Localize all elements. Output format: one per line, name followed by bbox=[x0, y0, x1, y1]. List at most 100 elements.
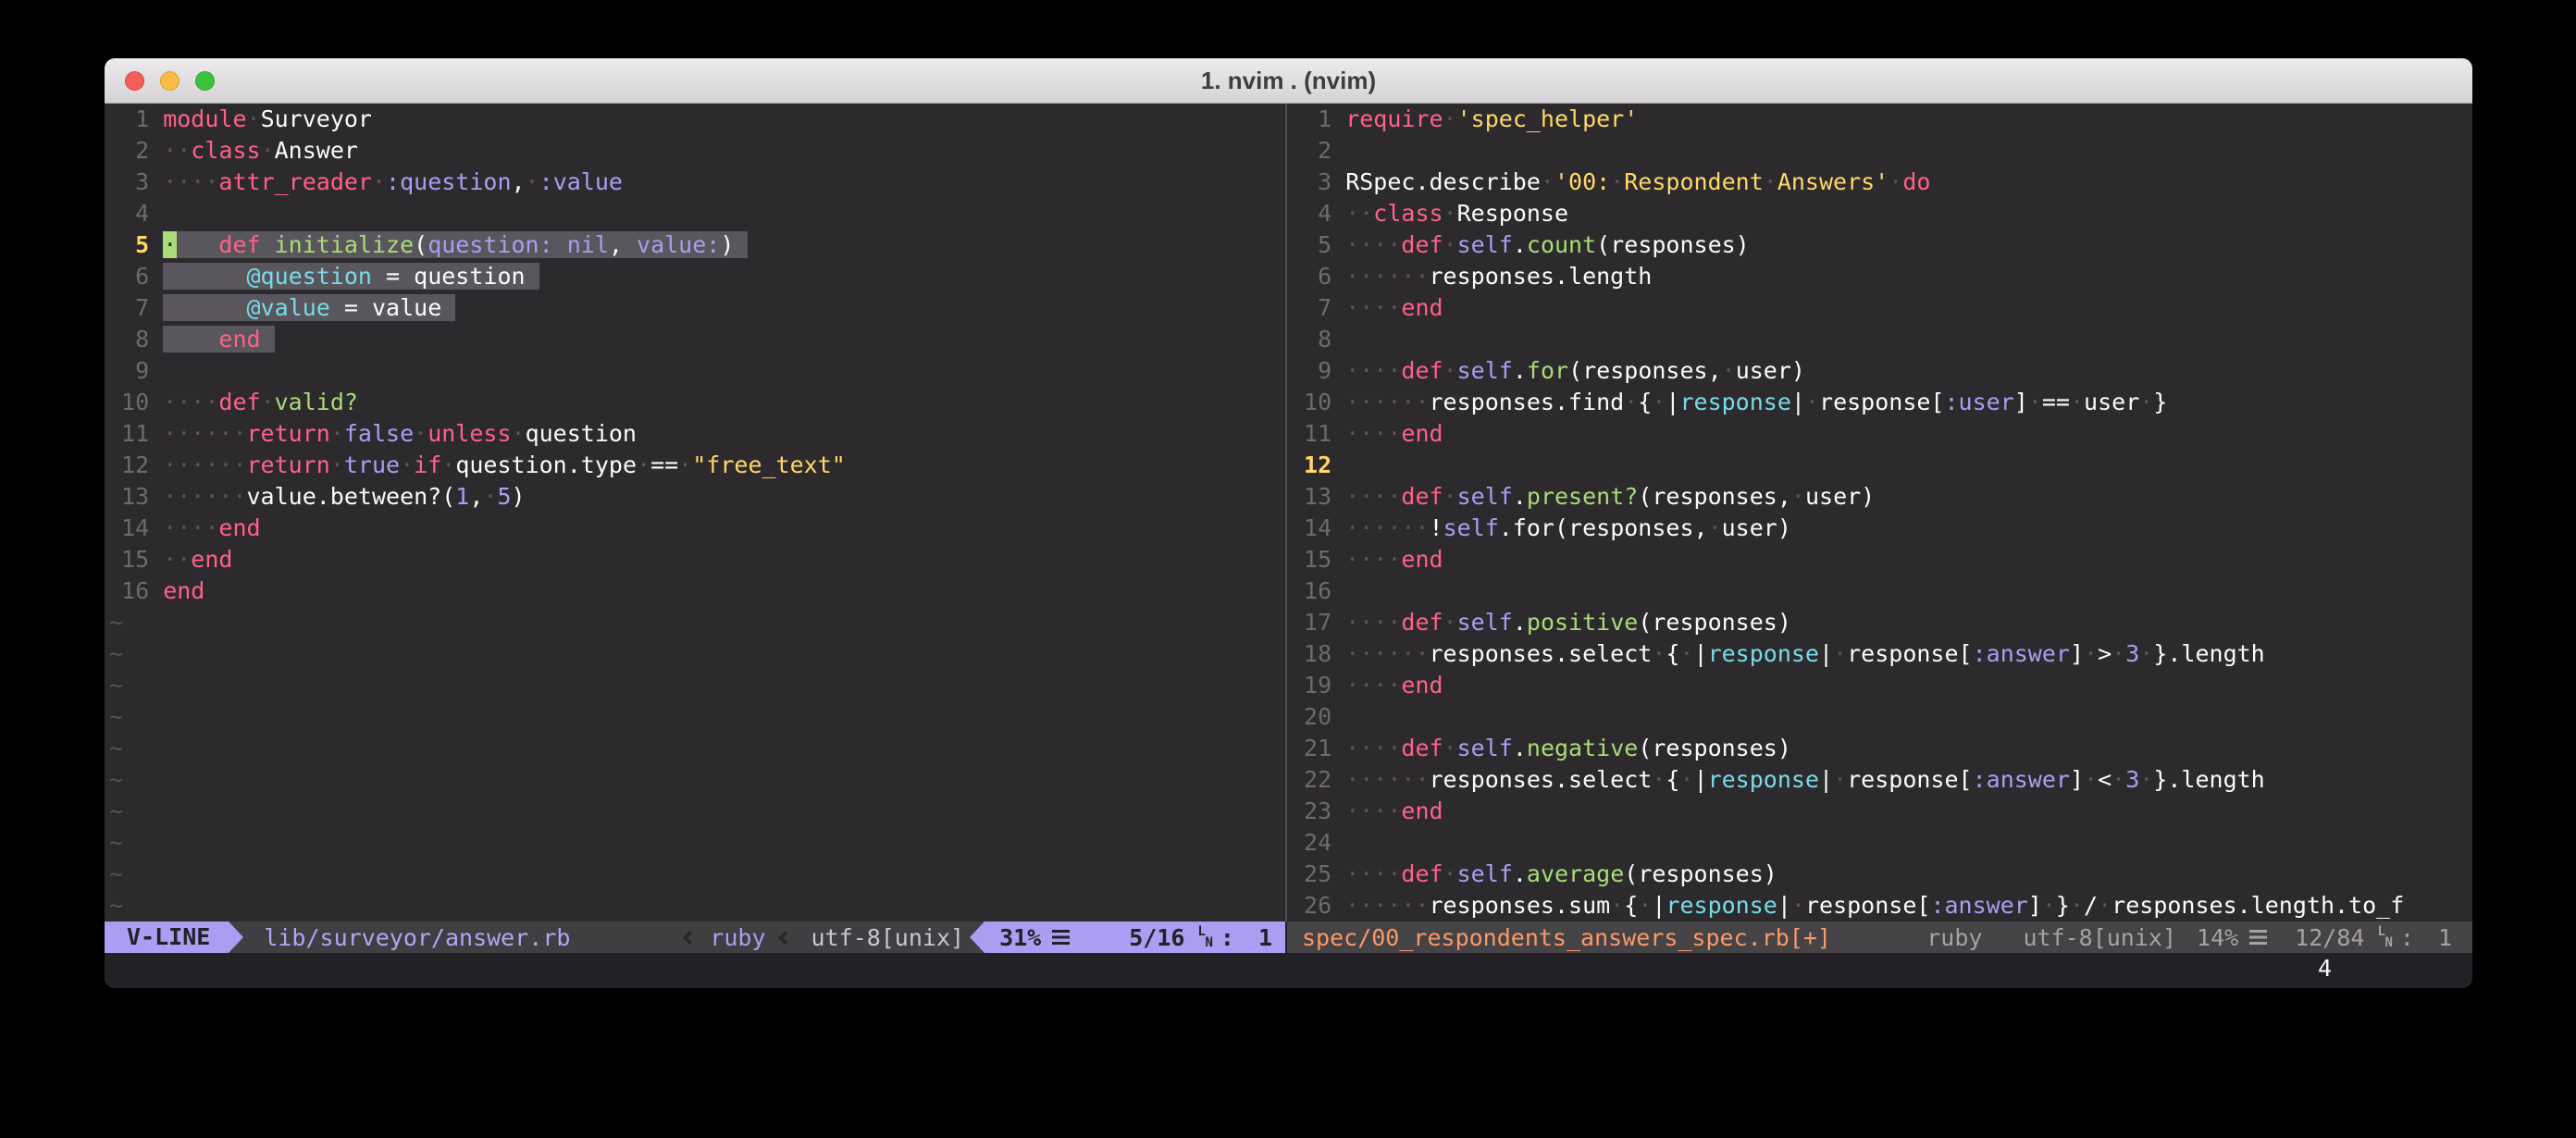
line-number: 7 bbox=[1290, 292, 1331, 324]
cursor-position-right: 12/84 bbox=[2295, 924, 2364, 951]
code-line[interactable]: 25····def·self.average(responses) bbox=[1290, 859, 2472, 890]
cursor-position: 5/16 bbox=[1129, 924, 1184, 951]
line-number: 4 bbox=[107, 198, 149, 229]
code-line[interactable]: 6······responses.length bbox=[1290, 261, 2472, 292]
code-line[interactable]: 13····def·self.present?(responses,·user) bbox=[1290, 481, 2472, 513]
position-segment: 31% 5/16 LN : 1 bbox=[985, 922, 1285, 953]
code-line[interactable]: 4 bbox=[107, 198, 1285, 229]
line-number: 14 bbox=[1290, 513, 1331, 544]
code-line[interactable]: 12 bbox=[1290, 450, 2472, 481]
menu-lines-icon bbox=[1052, 930, 1070, 945]
filler-line[interactable]: ~ bbox=[107, 733, 1285, 764]
code-line[interactable]: 17····def·self.positive(responses) bbox=[1290, 607, 2472, 638]
line-number: 3 bbox=[107, 167, 149, 198]
code-line[interactable]: 2··class·Answer bbox=[107, 135, 1285, 167]
code-line[interactable]: 5····def·self.count(responses) bbox=[1290, 229, 2472, 261]
line-number: 11 bbox=[1290, 418, 1331, 450]
code-line[interactable]: 18······responses.select·{·|response|·re… bbox=[1290, 638, 2472, 670]
code-line[interactable]: 11····end bbox=[1290, 418, 2472, 450]
code-line[interactable]: 9 bbox=[107, 355, 1285, 387]
line-number: 22 bbox=[1290, 764, 1331, 796]
code-line[interactable]: 12······return·true·if·question.type·==·… bbox=[107, 450, 1285, 481]
command-line[interactable]: 4 bbox=[105, 953, 2472, 988]
line-number: 16 bbox=[107, 575, 149, 607]
line-number: 24 bbox=[1290, 827, 1331, 859]
filler-line[interactable]: ~ bbox=[107, 701, 1285, 733]
line-number: 10 bbox=[1290, 387, 1331, 418]
line-number: 15 bbox=[107, 544, 149, 575]
cursor-column-right: 1 bbox=[2438, 924, 2452, 951]
left-code-pane[interactable]: 1module·Surveyor2··class·Answer3····attr… bbox=[105, 104, 1285, 922]
right-code-pane[interactable]: 1require·'spec_helper'23RSpec.describe·'… bbox=[1287, 104, 2472, 922]
colon-separator: : bbox=[2400, 924, 2414, 951]
code-line[interactable]: 7····end bbox=[1290, 292, 2472, 324]
line-number: 8 bbox=[1290, 324, 1331, 355]
code-line[interactable]: 22······responses.select·{·|response|·re… bbox=[1290, 764, 2472, 796]
cursor-column: 1 bbox=[1258, 924, 1272, 951]
code-line[interactable]: 26······responses.sum·{·|response|·respo… bbox=[1290, 890, 2472, 922]
tilde-marker: ~ bbox=[107, 892, 123, 919]
code-line[interactable]: 9····def·self.for(responses,·user) bbox=[1290, 355, 2472, 387]
line-number: 23 bbox=[1290, 796, 1331, 827]
filler-line[interactable]: ~ bbox=[107, 890, 1285, 922]
tilde-marker: ~ bbox=[107, 735, 123, 761]
code-line[interactable]: 15··end bbox=[107, 544, 1285, 575]
code-line[interactable]: 16 bbox=[1290, 575, 2472, 607]
code-line[interactable]: 24 bbox=[1290, 827, 2472, 859]
line-number: 12 bbox=[1290, 450, 1331, 481]
code-line[interactable]: 1module·Surveyor bbox=[107, 104, 1285, 135]
code-line[interactable]: 10······responses.find·{·|response|·resp… bbox=[1290, 387, 2472, 418]
filler-line[interactable]: ~ bbox=[107, 827, 1285, 859]
filler-line[interactable]: ~ bbox=[107, 638, 1285, 670]
code-line[interactable]: 5····def·initialize(question:·nil,·value… bbox=[107, 229, 1285, 261]
code-line[interactable]: 10····def·valid? bbox=[107, 387, 1285, 418]
filler-line[interactable]: ~ bbox=[107, 670, 1285, 701]
line-number: 10 bbox=[107, 387, 149, 418]
filetype-right: ruby bbox=[1926, 924, 1982, 951]
chevron-left-icon bbox=[778, 930, 793, 945]
code-line[interactable]: 4··class·Response bbox=[1290, 198, 2472, 229]
tilde-marker: ~ bbox=[107, 798, 123, 824]
code-line[interactable]: 13······value.between?(1,·5) bbox=[107, 481, 1285, 513]
encoding-left: utf-8[unix] bbox=[811, 924, 964, 951]
code-line[interactable]: 20 bbox=[1290, 701, 2472, 733]
code-line[interactable]: 23····end bbox=[1290, 796, 2472, 827]
line-number: 1 bbox=[1290, 104, 1331, 135]
line-number: 15 bbox=[1290, 544, 1331, 575]
filetype-left: ruby bbox=[710, 924, 765, 951]
filler-line[interactable]: ~ bbox=[107, 764, 1285, 796]
line-number: 21 bbox=[1290, 733, 1331, 764]
line-number: 19 bbox=[1290, 670, 1331, 701]
code-line[interactable]: 21····def·self.negative(responses) bbox=[1290, 733, 2472, 764]
line-number: 9 bbox=[1290, 355, 1331, 387]
tilde-marker: ~ bbox=[107, 703, 123, 730]
code-line[interactable]: 15····end bbox=[1290, 544, 2472, 575]
filler-line[interactable]: ~ bbox=[107, 607, 1285, 638]
code-line[interactable]: 14······!self.for(responses,·user) bbox=[1290, 513, 2472, 544]
code-line[interactable]: 19····end bbox=[1290, 670, 2472, 701]
filler-line[interactable]: ~ bbox=[107, 796, 1285, 827]
code-line[interactable]: 11······return·false·unless·question bbox=[107, 418, 1285, 450]
line-number: 2 bbox=[1290, 135, 1331, 167]
filename-left: lib/surveyor/answer.rb bbox=[264, 924, 570, 951]
code-line[interactable]: 6······@question·=·question bbox=[107, 261, 1285, 292]
code-line[interactable]: 8····end bbox=[107, 324, 1285, 355]
line-number: 25 bbox=[1290, 859, 1331, 890]
filename-right: spec/00_respondents_answers_spec.rb[+] bbox=[1302, 924, 1831, 951]
visual-cursor: · bbox=[163, 231, 177, 258]
filler-line[interactable]: ~ bbox=[107, 859, 1285, 890]
chevron-left-icon bbox=[683, 930, 698, 945]
code-line[interactable]: 3RSpec.describe·'00:·Respondent·Answers'… bbox=[1290, 167, 2472, 198]
code-line[interactable]: 14····end bbox=[107, 513, 1285, 544]
line-number: 13 bbox=[107, 481, 149, 513]
titlebar[interactable]: 1. nvim . (nvim) bbox=[105, 58, 2472, 104]
code-line[interactable]: 1require·'spec_helper' bbox=[1290, 104, 2472, 135]
code-line[interactable]: 3····attr_reader·:question,·:value bbox=[107, 167, 1285, 198]
pending-command-count: 4 bbox=[2318, 953, 2332, 984]
code-line[interactable]: 16end bbox=[107, 575, 1285, 607]
code-line[interactable]: 8 bbox=[1290, 324, 2472, 355]
code-line[interactable]: 2 bbox=[1290, 135, 2472, 167]
encoding-right: utf-8[unix] bbox=[2023, 924, 2176, 951]
line-number: 9 bbox=[107, 355, 149, 387]
code-line[interactable]: 7······@value·=·value bbox=[107, 292, 1285, 324]
